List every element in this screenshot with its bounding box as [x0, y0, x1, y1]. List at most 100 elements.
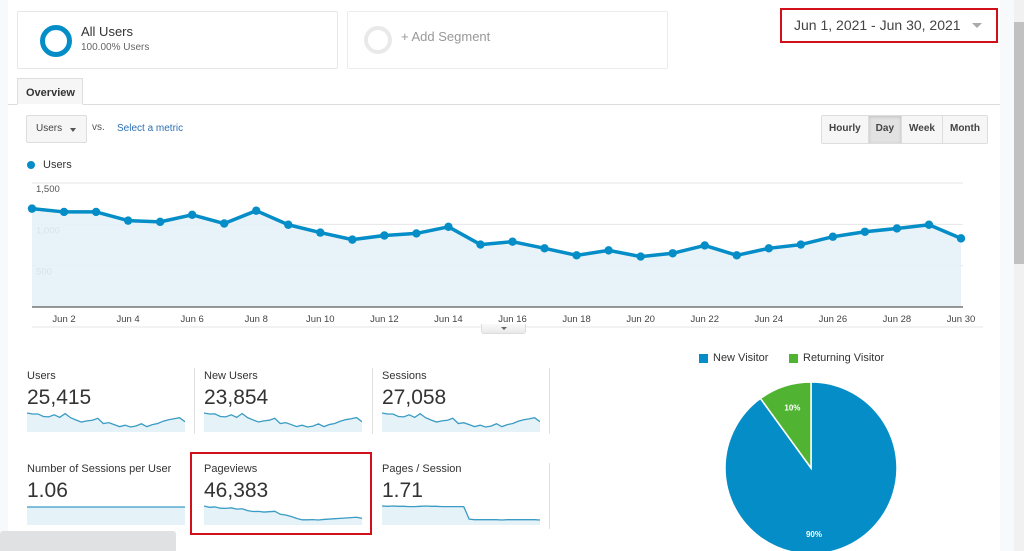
scorecard-new-users[interactable]: New Users 23,854 [204, 370, 364, 450]
users-data-point [155, 217, 165, 227]
segment-ring-icon [40, 25, 72, 57]
scorecard-value: 27,058 [382, 386, 447, 409]
x-tick-label: Jun 24 [755, 314, 784, 325]
users-line-chart: 5001,0001,500Jun 2Jun 4Jun 6Jun 8Jun 10J… [8, 174, 1000, 334]
scorecard-label: Users [27, 370, 56, 382]
x-tick-label: Jun 26 [819, 314, 848, 325]
pie-legend-label: New Visitor [713, 352, 769, 364]
analytics-page: All Users 100.00% Users + Add Segment Ju… [8, 0, 1000, 551]
scorecard-value: 1.71 [382, 479, 423, 502]
day-button[interactable]: Day [868, 116, 903, 143]
users-data-point [892, 224, 902, 233]
date-range-text: Jun 1, 2021 - Jun 30, 2021 [794, 17, 961, 33]
users-data-point [59, 207, 69, 217]
users-data-point [860, 227, 870, 236]
scorecard-value: 25,415 [27, 386, 92, 409]
chart-collapse-toggle[interactable] [481, 324, 526, 334]
scorecard-divider [549, 463, 550, 529]
pie-slice-label: 90% [806, 530, 822, 539]
scorecard-divider [372, 368, 373, 434]
segment-title: All Users [81, 24, 134, 39]
x-tick-label: Jun 4 [116, 314, 139, 325]
x-tick-label: Jun 22 [690, 314, 719, 325]
users-data-point [764, 244, 773, 253]
vs-label: vs. [92, 122, 105, 133]
x-tick-label: Jun 6 [181, 314, 204, 325]
metric-select-value: Users [36, 123, 63, 134]
week-button[interactable]: Week [902, 116, 943, 143]
users-data-point [956, 234, 966, 243]
users-data-point [252, 206, 261, 215]
segment-all-users[interactable]: All Users 100.00% Users [17, 11, 338, 69]
x-tick-label: Jun 2 [52, 314, 75, 325]
pie-slice-label: 10% [784, 404, 800, 413]
sparkline-area [382, 506, 540, 525]
pie-legend-returning-visitor[interactable]: Returning Visitor [789, 352, 884, 364]
scorecard-sparkline [27, 506, 185, 525]
x-tick-label: Jun 14 [434, 314, 463, 325]
tab-bar-divider [8, 104, 1000, 105]
scorecard-value: 1.06 [27, 479, 68, 502]
scorecard-sessions[interactable]: Sessions 27,058 [382, 370, 542, 450]
users-data-point [604, 246, 613, 255]
pie-legend-label: Returning Visitor [803, 352, 885, 364]
users-area [32, 208, 961, 307]
scorecard-divider [549, 368, 550, 434]
date-range-picker[interactable]: Jun 1, 2021 - Jun 30, 2021 [780, 8, 998, 43]
users-legend-dot-icon [27, 161, 35, 169]
scorecard-value: 23,854 [204, 386, 269, 409]
hourly-button[interactable]: Hourly [822, 116, 869, 143]
scorecard-label: Pages / Session [382, 463, 462, 475]
x-tick-label: Jun 10 [306, 314, 335, 325]
users-data-point [412, 229, 421, 238]
x-tick-label: Jun 18 [562, 314, 591, 325]
returning-visitor-swatch-icon [789, 353, 798, 363]
empty-segment-ring-icon [364, 26, 392, 54]
segment-subtitle: 100.00% Users [81, 42, 150, 53]
users-data-point [348, 235, 357, 244]
users-data-point [572, 251, 581, 260]
users-data-point [284, 220, 293, 229]
add-segment-button[interactable]: + Add Segment [347, 11, 668, 69]
bottom-overlay-panel [0, 531, 176, 551]
tab-overview[interactable]: Overview [17, 78, 83, 105]
x-tick-label: Jun 28 [883, 314, 912, 325]
scorecard-label: Sessions [382, 370, 427, 382]
month-button[interactable]: Month [942, 116, 987, 143]
x-tick-label: Jun 12 [370, 314, 399, 325]
pie-legend-new-visitor[interactable]: New Visitor [699, 352, 768, 364]
scorecard-divider [194, 368, 195, 434]
chevron-down-icon [70, 128, 76, 132]
select-a-metric-link[interactable]: Select a metric [117, 123, 183, 134]
scorecard-sparkline [27, 412, 185, 432]
users-data-point [508, 237, 517, 246]
users-data-point [123, 216, 133, 225]
users-data-point [187, 210, 197, 220]
scrollbar-thumb[interactable] [1014, 22, 1024, 264]
users-data-point [27, 204, 37, 213]
scorecard-users[interactable]: Users 25,415 [27, 370, 187, 450]
visitor-pie-chart: 90% 10% [724, 381, 898, 551]
users-data-point [828, 232, 838, 241]
scorecard-sparkline [204, 412, 362, 432]
users-data-point [380, 231, 389, 240]
users-data-point [636, 252, 645, 261]
vertical-scrollbar[interactable] [1014, 0, 1024, 551]
metric-select-dropdown[interactable]: Users [26, 115, 87, 143]
x-tick-label: Jun 20 [626, 314, 655, 325]
users-data-point [444, 222, 453, 232]
scorecard-label: New Users [204, 370, 258, 382]
chart-legend-users: Users [43, 159, 72, 171]
users-data-point [668, 249, 677, 258]
users-data-point [700, 241, 709, 250]
users-data-point [220, 219, 229, 228]
users-data-point [732, 251, 741, 260]
scorecard-label: Number of Sessions per User [27, 463, 172, 475]
users-data-point [476, 240, 485, 249]
scorecard-sparkline [382, 412, 540, 432]
users-data-point [540, 244, 549, 253]
scorecard-pages-per-session[interactable]: Pages / Session 1.71 [382, 463, 542, 543]
users-data-point [91, 207, 101, 217]
sparkline-area [27, 507, 185, 525]
chevron-down-icon [972, 23, 982, 28]
